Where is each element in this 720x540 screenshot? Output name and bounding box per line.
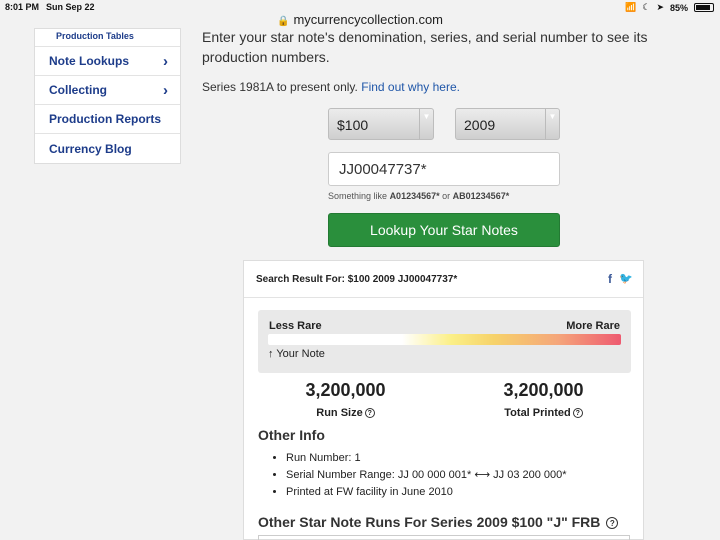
total-printed-value: 3,200,000: [503, 380, 584, 400]
sidebar-item-production-reports[interactable]: Production Reports: [35, 105, 180, 134]
series-value: 2009: [464, 117, 496, 133]
your-note-label: Your Note: [276, 348, 325, 360]
serial-number-input[interactable]: [328, 152, 560, 186]
chevron-right-icon: ›: [163, 52, 168, 70]
intro-text: Enter your star note's denomination, ser…: [202, 29, 648, 65]
result-heading: Search Result For: $100 2009 JJ00047737*: [256, 274, 458, 285]
sidebar-item-label: Collecting: [49, 83, 108, 97]
denomination-select[interactable]: $100 ▼: [328, 108, 434, 140]
battery-percent: 85%: [669, 2, 688, 13]
help-icon[interactable]: ?: [606, 517, 619, 529]
rarity-gradient-bar: [268, 334, 621, 345]
address-bar[interactable]: 🔒 mycurrencycollection.com: [0, 12, 720, 27]
facebook-icon[interactable]: f: [608, 272, 612, 286]
twitter-icon[interactable]: 🐦: [619, 272, 633, 285]
serial-hint: Something like A01234567* or AB01234567*: [328, 191, 510, 201]
status-icons: 📶 ☾ ➤ 85%: [625, 2, 714, 13]
caret-down-icon: ▼: [419, 109, 433, 139]
more-rare-label: More Rare: [566, 320, 620, 332]
list-item: Serial Number Range: JJ 00 000 001* ⟷ JJ…: [286, 467, 567, 484]
sidebar-item-label: Production Reports: [49, 112, 162, 126]
lookup-star-notes-button[interactable]: Lookup Your Star Notes: [328, 213, 560, 247]
status-bar: 8:01 PM Sun Sep 22 🔒 mycurrencycollection…: [0, 0, 720, 27]
other-runs-title: Other Star Note Runs For Series 2009 $10…: [258, 514, 619, 530]
sidebar-item-collecting[interactable]: Collecting ›: [35, 76, 180, 105]
sidebar-item-note-lookups[interactable]: Note Lookups ›: [35, 47, 180, 76]
series-select[interactable]: 2009 ▼: [455, 108, 560, 140]
lock-icon: 🔒: [277, 16, 290, 27]
help-icon[interactable]: ?: [364, 408, 375, 418]
arrow-up-icon: ↑: [268, 348, 274, 360]
sidebar: Production Tables Note Lookups › Collect…: [34, 28, 181, 164]
location-icon: ➤: [656, 2, 664, 12]
find-out-why-link[interactable]: Find out why here.: [361, 80, 460, 94]
your-note-marker: ↑ Your Note: [268, 348, 325, 360]
list-item: Printed at FW facility in June 2010: [286, 484, 567, 501]
help-icon[interactable]: ?: [572, 408, 583, 418]
url-text: mycurrencycollection.com: [293, 12, 443, 27]
rarity-scale: Less Rare More Rare ↑ Your Note: [258, 310, 631, 373]
caret-down-icon: ▼: [545, 109, 559, 139]
status-date: Sun Sep 22: [46, 2, 95, 12]
denomination-value: $100: [337, 117, 369, 133]
run-size-value: 3,200,000: [305, 380, 386, 400]
other-info-list: Run Number: 1 Serial Number Range: JJ 00…: [286, 450, 567, 501]
moon-icon: ☾: [642, 2, 651, 12]
total-printed-label: Total Printed?: [456, 407, 631, 419]
wifi-icon: 📶: [625, 2, 637, 12]
sidebar-item-label: Currency Blog: [49, 141, 132, 156]
sidebar-subitem-production-tables[interactable]: Production Tables: [35, 29, 180, 47]
sidebar-item-label: Note Lookups: [49, 54, 129, 68]
list-item: Run Number: 1: [286, 450, 567, 467]
less-rare-label: Less Rare: [269, 320, 322, 332]
status-time: 8:01 PM: [5, 2, 40, 12]
sidebar-item-currency-blog[interactable]: Currency Blog: [35, 134, 180, 163]
search-result-card: Search Result For: $100 2009 JJ00047737*…: [243, 260, 644, 540]
other-info-title: Other Info: [258, 427, 325, 443]
battery-icon: [694, 3, 714, 12]
result-header: Search Result For: $100 2009 JJ00047737*…: [244, 261, 643, 298]
series-note: Series 1981A to present only. Find out w…: [202, 80, 460, 94]
chevron-right-icon: ›: [163, 81, 168, 99]
run-size-label: Run Size?: [258, 407, 433, 419]
series-note-text: Series 1981A to present only.: [202, 80, 358, 94]
other-runs-table-top: [258, 535, 630, 540]
